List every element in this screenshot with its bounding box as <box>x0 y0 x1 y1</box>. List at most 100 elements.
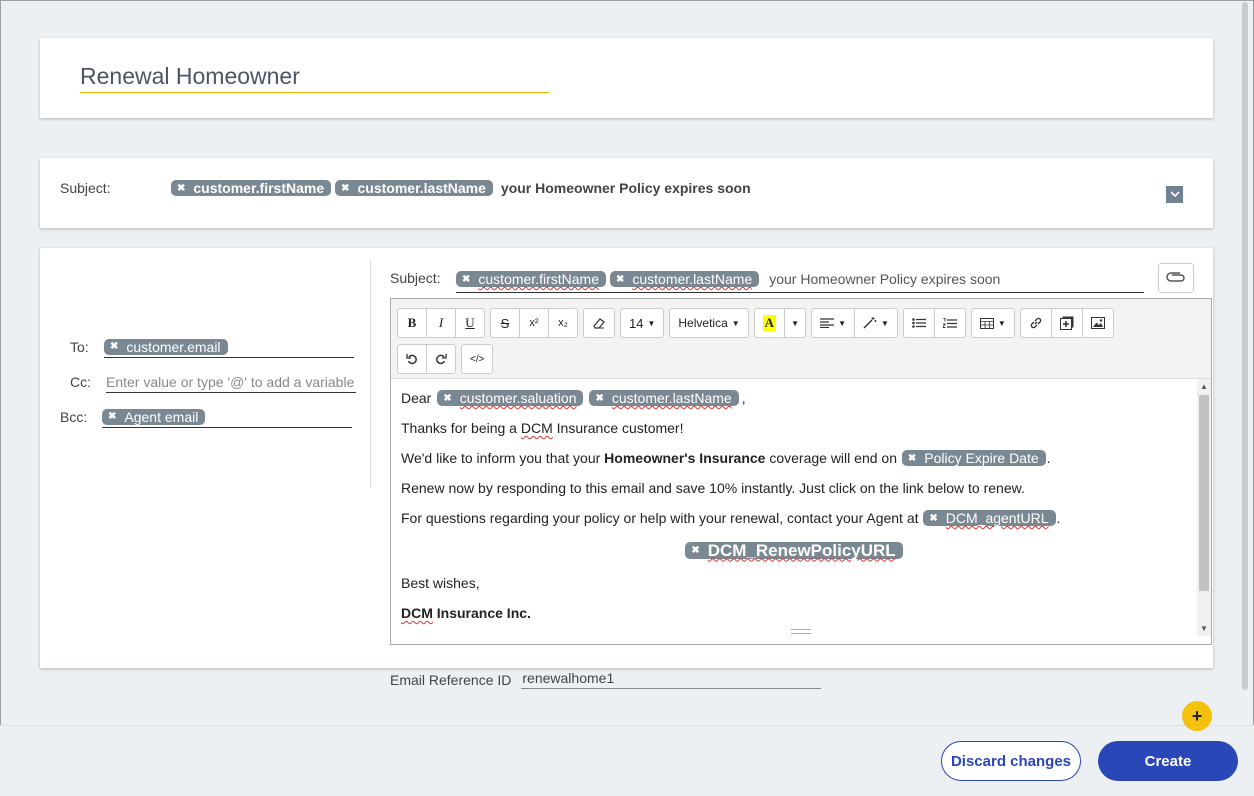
to-label: To: <box>70 339 89 355</box>
variable-chip[interactable]: ✖ DCM_RenewPolicyURL <box>685 541 903 560</box>
variable-chip[interactable]: ✖ DCM_agentURL <box>923 510 1056 526</box>
compose-subject-label: Subject: <box>390 270 441 286</box>
remove-icon[interactable]: ✖ <box>691 545 699 556</box>
to-input[interactable]: ✖ customer.email <box>104 336 354 358</box>
eraser-button[interactable] <box>583 308 615 338</box>
image-icon <box>1090 317 1105 329</box>
bold-button[interactable]: B <box>397 308 427 338</box>
align-left-icon <box>820 318 835 328</box>
remove-icon[interactable]: ✖ <box>443 393 451 404</box>
undo-button[interactable] <box>397 344 427 374</box>
subject-text: your Homeowner Policy expires soon <box>500 180 751 196</box>
add-media-icon <box>1059 316 1074 330</box>
variable-chip[interactable]: ✖ customer.lastName <box>589 390 739 406</box>
remove-icon[interactable]: ✖ <box>341 183 349 194</box>
magic-wand-dropdown[interactable]: ▼ <box>853 308 898 338</box>
remove-icon[interactable]: ✖ <box>177 183 185 194</box>
cc-field: Cc: <box>70 371 356 393</box>
cc-field-line <box>106 371 356 393</box>
scroll-up-icon[interactable]: ▲ <box>1200 382 1208 391</box>
compose-subject-text: your Homeowner Policy expires soon <box>769 271 1001 287</box>
bcc-field: Bcc: ✖ Agent email <box>60 406 352 428</box>
editor-scrollbar[interactable]: ▲ ▼ <box>1197 379 1211 636</box>
divider <box>370 260 371 488</box>
attachment-button[interactable] <box>1158 263 1194 293</box>
remove-icon[interactable]: ✖ <box>929 513 937 524</box>
remove-icon[interactable]: ✖ <box>110 341 118 352</box>
subscript-button[interactable]: x₂ <box>548 308 578 338</box>
link-icon <box>1030 317 1042 329</box>
rich-text-editor: B I U S x² x₂ 14 ▼ Helvetica ▼ A ▼ ▼ ▼ ▼… <box>390 298 1212 645</box>
align-dropdown[interactable]: ▼ <box>811 308 855 338</box>
insert-media-button[interactable] <box>1050 308 1083 338</box>
subject-label: Subject: <box>60 180 111 196</box>
subject-summary: ✖ customer.firstName ✖ customer.lastName y… <box>171 180 751 196</box>
variable-chip[interactable]: ✖ customer.firstName <box>171 180 332 196</box>
body-line: For questions regarding your policy or h… <box>401 510 1061 526</box>
font-family-dropdown[interactable]: Helvetica ▼ <box>669 308 749 338</box>
chevron-down-icon[interactable] <box>1166 186 1183 203</box>
remove-icon[interactable]: ✖ <box>616 274 624 285</box>
body-line: Thanks for being a DCM Insurance custome… <box>401 420 684 436</box>
discard-changes-button[interactable]: Discard changes <box>941 741 1081 781</box>
variable-chip[interactable]: ✖ customer.email <box>104 338 228 355</box>
table-icon <box>979 317 994 329</box>
font-size-dropdown[interactable]: 14 ▼ <box>620 308 665 338</box>
remove-icon[interactable]: ✖ <box>908 453 916 464</box>
numbered-list-icon <box>942 317 957 328</box>
variable-chip[interactable]: ✖ Agent email <box>102 408 206 425</box>
paperclip-icon <box>1166 272 1185 282</box>
email-reference-input[interactable]: renewalhome1 <box>521 670 822 689</box>
italic-button[interactable]: I <box>426 308 456 338</box>
bullet-list-button[interactable] <box>902 308 935 338</box>
variable-chip[interactable]: ✖ customer.saluation <box>437 390 584 406</box>
variable-chip[interactable]: ✖ Policy Expire Date <box>901 450 1046 466</box>
caret-down-icon: ▼ <box>647 318 656 328</box>
page-scrollbar[interactable] <box>1242 2 1248 690</box>
editor-body[interactable]: Dear ✖ customer.saluation ✖ customer.lastN… <box>391 379 1211 636</box>
highlight-button[interactable]: A <box>753 308 786 338</box>
remove-icon[interactable]: ✖ <box>595 393 603 404</box>
template-name-input[interactable] <box>80 60 549 93</box>
compose-subject-input[interactable]: ✖ customer.firstName ✖ customer.lastName y… <box>456 266 1144 293</box>
highlight-dropdown[interactable]: ▼ <box>784 308 807 338</box>
insert-image-button[interactable] <box>1081 308 1114 338</box>
superscript-button[interactable]: x² <box>519 308 549 338</box>
signature-line: DCM Insurance Inc. <box>401 605 531 621</box>
magic-wand-icon <box>863 317 877 329</box>
bcc-input[interactable]: ✖ Agent email <box>102 406 352 428</box>
create-button[interactable]: Create <box>1098 741 1238 781</box>
editor-toolbar: B I U S x² x₂ 14 ▼ Helvetica ▼ A ▼ ▼ ▼ ▼… <box>391 299 1211 379</box>
caret-down-icon: ▼ <box>997 318 1006 328</box>
resize-grip[interactable] <box>791 629 811 634</box>
redo-button[interactable] <box>426 344 456 374</box>
variable-chip[interactable]: ✖ customer.lastName <box>609 271 760 287</box>
code-view-button[interactable]: </> <box>461 344 494 374</box>
scroll-down-icon[interactable]: ▼ <box>1200 624 1208 633</box>
caret-down-icon: ▼ <box>731 318 740 328</box>
remove-icon[interactable]: ✖ <box>108 411 116 422</box>
greeting-line: Dear ✖ customer.saluation ✖ customer.lastN… <box>401 390 746 406</box>
variable-chip[interactable]: ✖ customer.firstName <box>456 271 606 287</box>
variable-chip[interactable]: ✖ customer.lastName <box>335 180 493 196</box>
eraser-icon <box>593 318 605 329</box>
scroll-thumb[interactable] <box>1199 395 1209 591</box>
body-line: We'd like to inform you that your Homeow… <box>401 450 1051 466</box>
closing-line: Best wishes, <box>401 575 480 591</box>
caret-down-icon: ▼ <box>880 318 889 328</box>
redo-icon <box>436 354 447 365</box>
compose-card: To: ✖customer.email Cc: Bcc: ✖Agent emai… <box>40 248 1213 668</box>
add-button[interactable]: + <box>1182 701 1212 731</box>
strikethrough-button[interactable]: S <box>490 308 520 338</box>
link-button[interactable] <box>1019 308 1052 338</box>
undo-icon <box>406 354 417 365</box>
table-dropdown[interactable]: ▼ <box>970 308 1015 338</box>
cc-input[interactable] <box>106 373 356 390</box>
bcc-label: Bcc: <box>60 409 88 425</box>
caret-down-icon: ▼ <box>838 318 846 328</box>
remove-icon[interactable]: ✖ <box>462 274 470 285</box>
numbered-list-button[interactable] <box>933 308 966 338</box>
underline-button[interactable]: U <box>455 308 485 338</box>
title-card <box>40 38 1213 118</box>
cc-label: Cc: <box>70 374 91 390</box>
